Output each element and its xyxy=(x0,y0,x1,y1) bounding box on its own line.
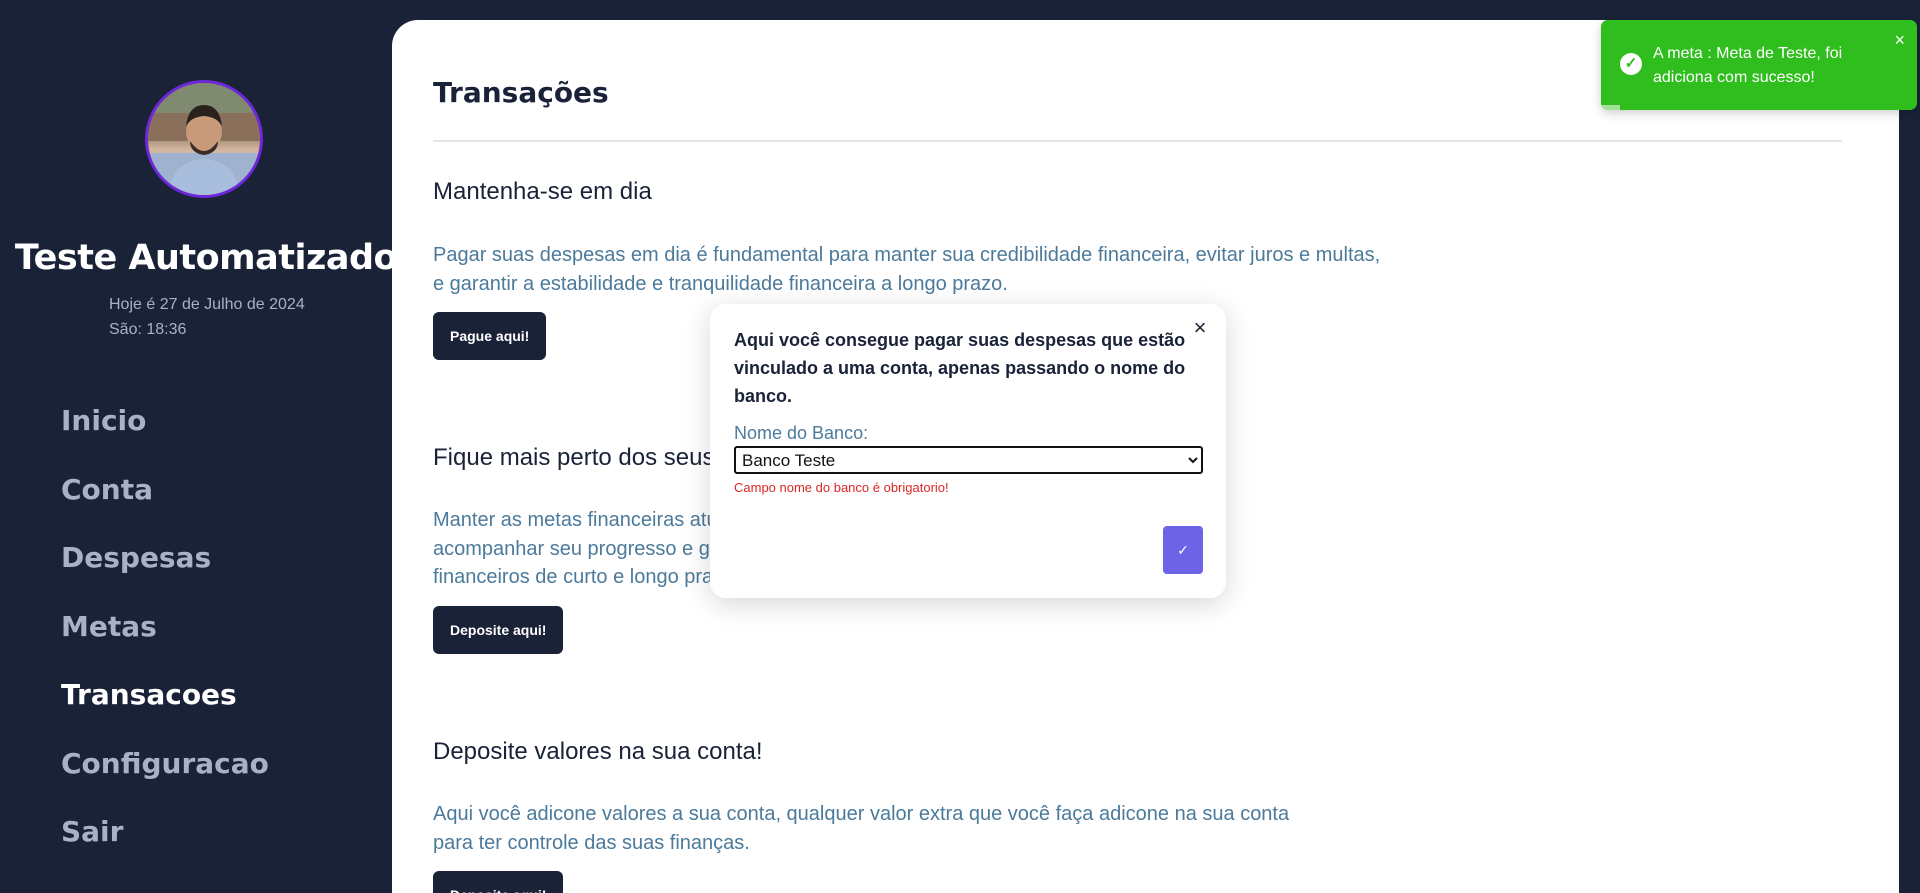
toast-progress-bar xyxy=(1601,105,1620,110)
close-icon[interactable]: × xyxy=(1894,30,1905,50)
description-line: e garantir a estabilidade e tranquilidad… xyxy=(433,272,1008,295)
description-line: Aqui você adicone valores a sua conta, q… xyxy=(433,803,1290,825)
bank-name-select[interactable]: Banco Teste xyxy=(734,446,1203,474)
toast-message-line: adiciona com sucesso! xyxy=(1653,69,1815,86)
modal-text-line: Aqui você consegue pagar suas despesas q… xyxy=(734,330,1186,350)
description-line: para ter controle das suas finanças. xyxy=(433,831,750,854)
current-time: São: 18:36 xyxy=(109,321,187,338)
sidebar-nav: Inicio Conta Despesas Metas Transacoes C… xyxy=(61,396,269,876)
toast-message-line: A meta : Meta de Teste, foi xyxy=(1653,45,1843,62)
nav-item-transacoes[interactable]: Transacoes xyxy=(61,670,269,739)
page-title: Transações xyxy=(433,76,609,109)
description-line: acompanhar seu progresso e ga xyxy=(433,537,721,560)
modal-text-line: vinculado a uma conta, apenas passando o… xyxy=(734,358,1186,378)
nav-item-inicio[interactable]: Inicio xyxy=(61,396,269,465)
section-description: Aqui você adicone valores a sua conta, q… xyxy=(433,800,1289,857)
deposit-goal-button[interactable]: Deposite aqui! xyxy=(433,605,564,654)
nav-item-conta[interactable]: Conta xyxy=(61,465,269,534)
sidebar: Teste Automatizado Hoje é 27 de Julho de… xyxy=(0,0,398,893)
modal-description: Aqui você consegue pagar suas despesas q… xyxy=(734,326,1194,410)
pay-here-button[interactable]: Pague aqui! xyxy=(433,312,547,360)
pay-expense-modal: × Aqui você consegue pagar suas despesas… xyxy=(710,304,1226,598)
current-date: Hoje é 27 de Julho de 2024 xyxy=(109,296,305,313)
section-deposit-account: Deposite valores na sua conta! Aqui você… xyxy=(433,738,1289,893)
bank-name-error: Campo nome do banco é obrigatorio! xyxy=(734,480,949,495)
section-description: Manter as metas financeiras atu acompanh… xyxy=(433,506,721,592)
avatar[interactable] xyxy=(145,80,263,198)
modal-text-line: banco. xyxy=(734,386,793,406)
description-line: Pagar suas despesas em dia é fundamental… xyxy=(433,244,1381,266)
section-heading: Fique mais perto dos seus xyxy=(433,444,715,471)
section-description: Pagar suas despesas em dia é fundamental… xyxy=(433,241,1380,298)
nav-item-metas[interactable]: Metas xyxy=(61,602,269,671)
deposit-account-button[interactable]: Deposite aqui! xyxy=(433,871,564,893)
description-line: Manter as metas financeiras atu xyxy=(433,509,718,531)
check-icon: ✓ xyxy=(1177,541,1189,558)
section-heading: Deposite valores na sua conta! xyxy=(433,738,763,765)
bank-name-label: Nome do Banco: xyxy=(734,423,869,443)
nav-item-sair[interactable]: Sair xyxy=(61,807,269,876)
success-toast: ✓ A meta : Meta de Teste, foi adiciona c… xyxy=(1601,20,1917,110)
section-heading: Mantenha-se em dia xyxy=(433,178,652,205)
title-divider xyxy=(433,140,1842,142)
nav-item-despesas[interactable]: Despesas xyxy=(61,533,269,602)
nav-item-configuracao[interactable]: Configuracao xyxy=(61,739,269,808)
user-name: Teste Automatizado xyxy=(14,238,398,278)
confirm-button[interactable]: ✓ xyxy=(1163,526,1203,574)
user-photo xyxy=(148,83,260,195)
description-line: financeiros de curto e longo pra xyxy=(433,566,714,588)
section-goals: Fique mais perto dos seus Manter as meta… xyxy=(433,444,721,654)
check-circle-icon: ✓ xyxy=(1620,53,1642,75)
toast-message: A meta : Meta de Teste, foi adiciona com… xyxy=(1653,42,1883,90)
